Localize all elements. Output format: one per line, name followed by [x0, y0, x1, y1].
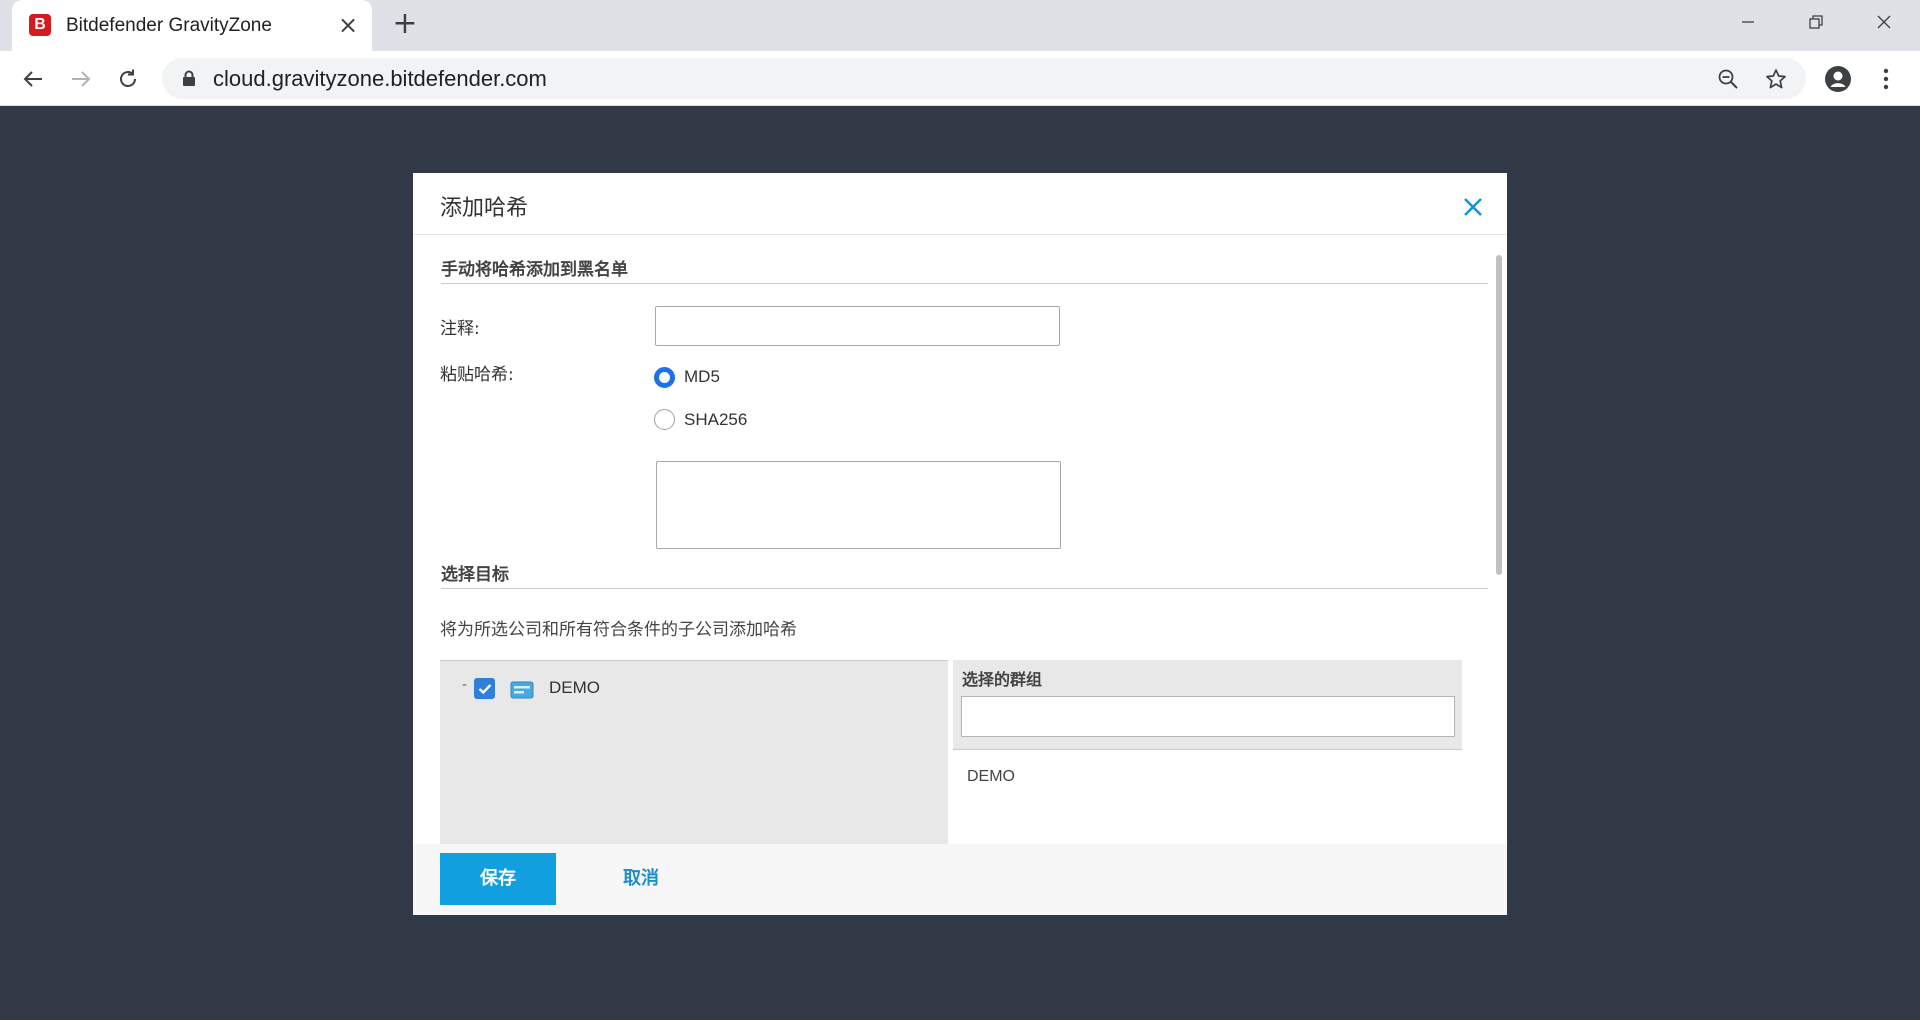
tab-strip: B Bitdefender GravityZone × +	[0, 0, 1920, 51]
add-hash-dialog: 添加哈希 手动将哈希添加到黑名单 注释: 粘贴哈希: MD5 SHA256 选择…	[413, 173, 1507, 915]
star-icon[interactable]	[1762, 65, 1790, 93]
browser-tab[interactable]: B Bitdefender GravityZone ×	[12, 0, 372, 51]
section-target-title: 选择目标	[441, 555, 1488, 589]
tree-item-label[interactable]: DEMO	[549, 678, 600, 698]
tab-title: Bitdefender GravityZone	[66, 15, 272, 36]
zoom-out-icon[interactable]	[1714, 65, 1742, 93]
account-icon[interactable]	[1820, 61, 1856, 97]
browser-toolbar: cloud.gravityzone.bitdefender.com	[0, 51, 1920, 106]
address-bar[interactable]: cloud.gravityzone.bitdefender.com	[162, 58, 1806, 99]
url-text: cloud.gravityzone.bitdefender.com	[213, 66, 547, 91]
close-window-icon[interactable]	[1852, 0, 1916, 44]
lock-icon	[182, 70, 196, 91]
new-tab-icon[interactable]: +	[390, 9, 420, 40]
menu-icon[interactable]	[1868, 61, 1904, 97]
bitdefender-favicon-icon: B	[29, 14, 51, 36]
close-icon[interactable]	[1461, 195, 1485, 219]
cancel-button[interactable]: 取消	[623, 853, 659, 905]
hash-label: 粘贴哈希:	[440, 365, 514, 385]
dialog-title: 添加哈希	[440, 196, 529, 221]
selected-groups-title: 选择的群组	[962, 670, 1043, 689]
selected-groups-header: 选择的群组	[953, 660, 1462, 750]
md5-radio[interactable]	[654, 367, 675, 388]
forward-icon[interactable]	[63, 61, 99, 97]
sha256-radio[interactable]	[654, 409, 675, 430]
selected-groups-panel: 选择的群组 DEMO	[953, 660, 1462, 844]
hash-textarea[interactable]	[656, 461, 1061, 549]
target-description: 将为所选公司和所有符合条件的子公司添加哈希	[440, 620, 797, 640]
dialog-footer: 保存 取消	[413, 844, 1507, 915]
back-icon[interactable]	[15, 61, 51, 97]
restore-icon[interactable]	[1784, 0, 1848, 44]
tree-checkbox[interactable]	[474, 678, 495, 699]
comment-label: 注释:	[440, 319, 480, 339]
dialog-scrollbar[interactable]	[1496, 255, 1502, 575]
dialog-body: 手动将哈希添加到黑名单 注释: 粘贴哈希: MD5 SHA256 选择目标 将为…	[413, 235, 1507, 844]
reload-icon[interactable]	[110, 61, 146, 97]
selected-group-item[interactable]: DEMO	[967, 768, 1015, 786]
dialog-header: 添加哈希	[413, 173, 1507, 235]
sha256-label: SHA256	[684, 410, 748, 429]
company-icon	[510, 681, 534, 703]
comment-input[interactable]	[655, 306, 1060, 346]
save-button[interactable]: 保存	[440, 853, 556, 905]
md5-label: MD5	[684, 367, 720, 386]
target-tree-panel: - DEMO	[440, 660, 948, 844]
tab-close-icon[interactable]: ×	[337, 13, 359, 37]
section-manual-title: 手动将哈希添加到黑名单	[441, 250, 1488, 284]
minimize-icon[interactable]	[1716, 0, 1780, 44]
tree-collapse-icon[interactable]: -	[462, 677, 467, 693]
selected-groups-filter-input[interactable]	[961, 696, 1455, 737]
